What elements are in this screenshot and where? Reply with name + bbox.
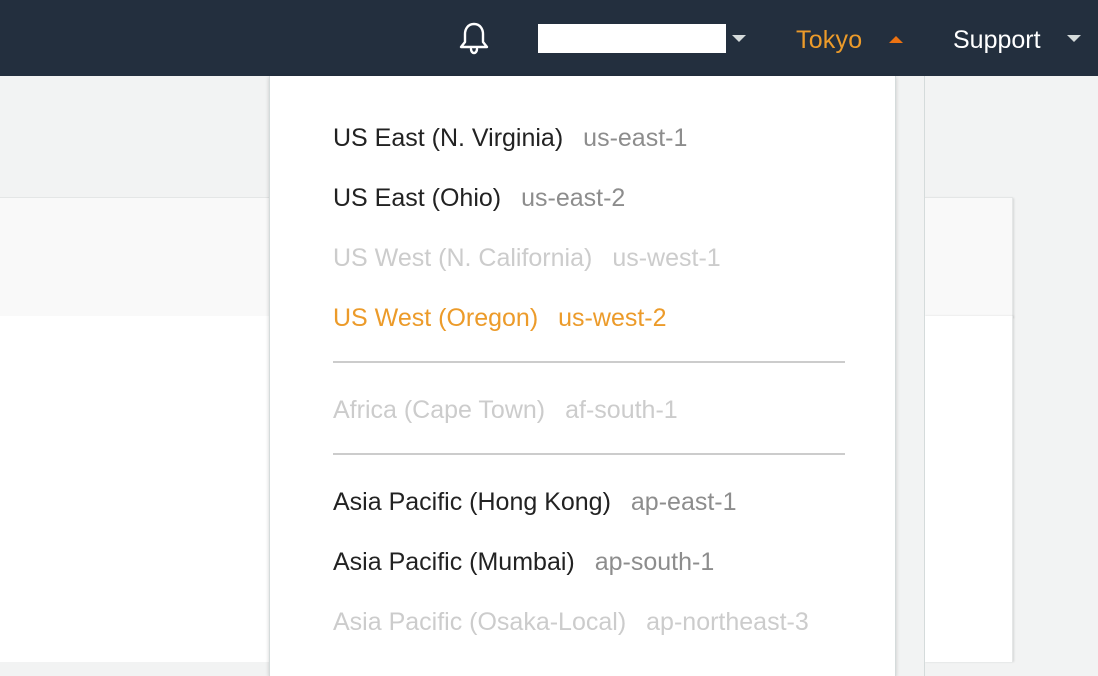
- region-option-ap-east-1[interactable]: Asia Pacific (Hong Kong) ap-east-1: [333, 485, 737, 519]
- chevron-up-icon[interactable]: [889, 36, 903, 43]
- region-option-code: ap-northeast-3: [646, 608, 809, 636]
- region-option-code: us-west-2: [558, 304, 667, 332]
- region-option-ap-northeast-3: Asia Pacific (Osaka-Local) ap-northeast-3: [333, 605, 809, 639]
- account-chevron-down-icon[interactable]: [732, 35, 746, 42]
- region-option-code: us-east-2: [521, 184, 626, 212]
- dropdown-side-strip: [894, 76, 925, 676]
- background-panel-header-left: [0, 197, 270, 317]
- region-option-name: US West (N. California): [333, 244, 593, 272]
- support-menu[interactable]: Support: [953, 20, 1093, 60]
- background-panel-body-right: [924, 316, 1013, 662]
- region-group-divider: [333, 453, 845, 455]
- region-dropdown-menu: US East (N. Virginia) us-east-1 US East (…: [269, 76, 896, 676]
- region-option-code: ap-south-1: [594, 548, 715, 576]
- region-option-name: US West (Oregon): [333, 304, 539, 332]
- region-option-code: us-east-1: [583, 124, 688, 152]
- region-option-name: US East (Ohio): [333, 184, 502, 212]
- region-option-name: Asia Pacific (Mumbai): [333, 548, 575, 576]
- region-group-divider: [333, 361, 845, 363]
- region-option-ap-south-1[interactable]: Asia Pacific (Mumbai) ap-south-1: [333, 545, 714, 579]
- top-navigation-bar: Tokyo Support: [0, 0, 1098, 76]
- support-chevron-down-icon[interactable]: [1067, 35, 1081, 42]
- region-option-name: Africa (Cape Town): [333, 396, 546, 424]
- bell-icon[interactable]: [456, 20, 492, 56]
- region-option-code: us-west-1: [612, 244, 721, 272]
- region-option-af-south-1: Africa (Cape Town) af-south-1: [333, 393, 678, 427]
- region-option-us-east-1[interactable]: US East (N. Virginia) us-east-1: [333, 121, 687, 155]
- region-option-code: ap-east-1: [630, 488, 737, 516]
- region-option-code: af-south-1: [565, 396, 678, 424]
- support-menu-label[interactable]: Support: [953, 26, 1041, 55]
- background-panel-header-right: [924, 197, 1013, 317]
- account-name-field[interactable]: [538, 24, 726, 53]
- region-option-us-west-1: US West (N. California) us-west-1: [333, 241, 721, 275]
- region-option-name: Asia Pacific (Hong Kong): [333, 488, 611, 516]
- region-option-name: Asia Pacific (Osaka-Local): [333, 608, 627, 636]
- background-panel-body-left: [0, 316, 270, 662]
- region-option-us-west-2[interactable]: US West (Oregon) us-west-2: [333, 301, 667, 335]
- region-selector[interactable]: Tokyo: [796, 20, 916, 60]
- region-option-name: US East (N. Virginia): [333, 124, 564, 152]
- region-option-us-east-2[interactable]: US East (Ohio) us-east-2: [333, 181, 625, 215]
- region-selector-label[interactable]: Tokyo: [796, 26, 862, 55]
